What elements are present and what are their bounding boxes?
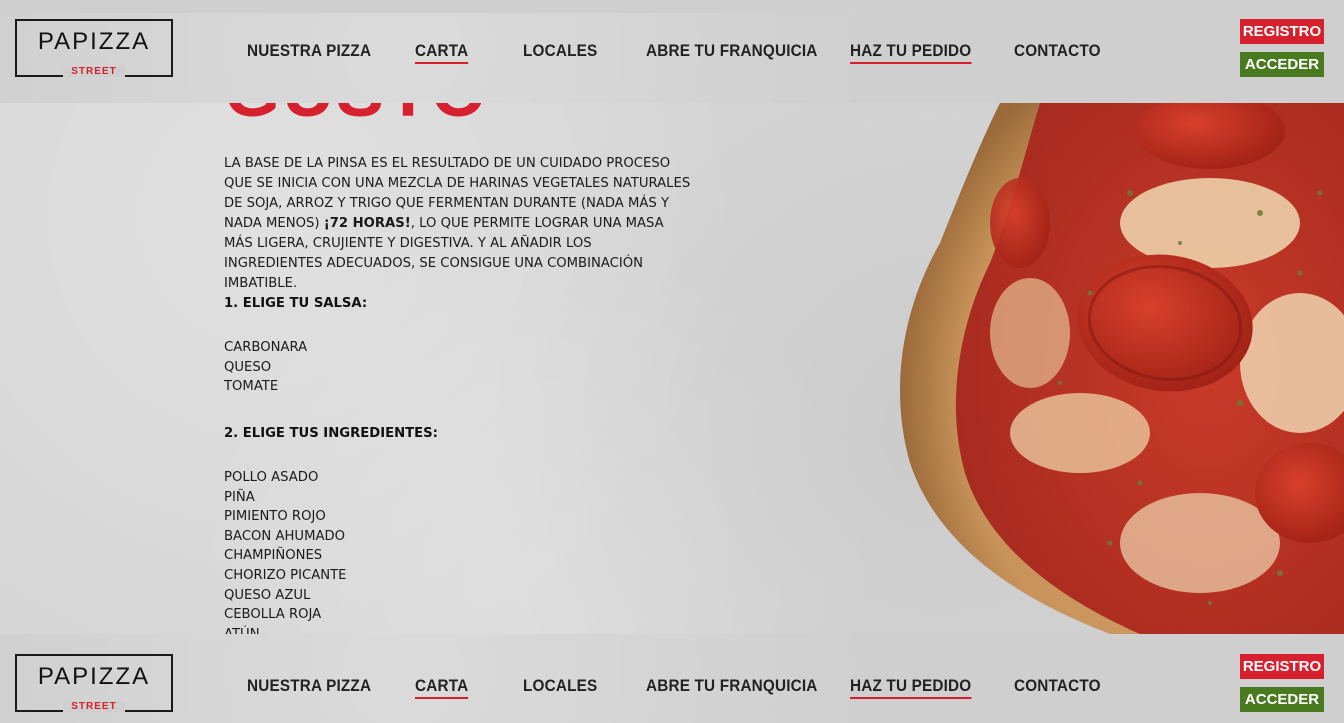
papizza-logo[interactable]: PAPIZZA STREET — [15, 654, 173, 712]
pizza-illustration — [900, 103, 1344, 634]
ingredient-item: BACON AHUMADO — [224, 528, 346, 544]
sauce-item: CARBONARA — [224, 340, 308, 355]
sauce-item: TOMATE — [224, 379, 279, 395]
ingredients-title: 2. ELIGE TUS INGREDIENTES: — [224, 426, 438, 441]
nav-abre-tu-franquicia[interactable]: ABRE TU FRANQUICIA — [646, 41, 818, 61]
nav-abre-tu-franquicia[interactable]: ABRE TU FRANQUICIA — [646, 676, 818, 696]
logo-text: PAPIZZA — [37, 27, 151, 55]
ingredient-item: CEBOLLA ROJA — [224, 607, 322, 623]
ingredients-list: POLLO ASADO PIÑA PIMIENTO ROJO BACON AHU… — [224, 468, 347, 634]
logo-subtext: STREET — [63, 700, 125, 712]
registro-button[interactable]: REGISTRO — [1240, 19, 1324, 44]
registro-button[interactable]: REGISTRO — [1240, 654, 1324, 679]
section-heading: GUSTO — [224, 103, 489, 129]
nav-haz-tu-pedido[interactable]: HAZ TU PEDIDO — [850, 676, 972, 699]
bottom-navbar: PAPIZZA STREET NUESTRA PIZZA CARTA LOCAL… — [0, 634, 1344, 723]
ingredient-item: CHAMPIÑONES — [224, 548, 323, 564]
acceder-button[interactable]: ACCEDER — [1240, 52, 1324, 77]
sauce-item: QUESO — [224, 359, 272, 375]
sauce-list: CARBONARA QUESO TOMATE — [224, 338, 307, 397]
nav-locales[interactable]: LOCALES — [523, 676, 597, 696]
intro-bold-text: ¡72 HORAS! — [323, 216, 411, 231]
nav-carta[interactable]: CARTA — [415, 41, 469, 64]
nav-nuestra-pizza[interactable]: NUESTRA PIZZA — [247, 41, 371, 61]
top-navbar: PAPIZZA STREET NUESTRA PIZZA CARTA LOCAL… — [0, 0, 1344, 103]
logo-text: PAPIZZA — [37, 662, 151, 690]
ingredient-item: POLLO ASADO — [224, 470, 319, 485]
pizza-image — [880, 103, 1344, 634]
intro-paragraph: LA BASE DE LA PINSA ES EL RESULTADO DE U… — [224, 154, 694, 294]
nav-carta[interactable]: CARTA — [415, 676, 469, 699]
ingredient-item: PIÑA — [224, 489, 255, 505]
heading-clip: GUSTO — [224, 103, 524, 129]
logo-subtext: STREET — [63, 65, 125, 77]
nav-locales[interactable]: LOCALES — [523, 41, 597, 61]
nav-nuestra-pizza[interactable]: NUESTRA PIZZA — [247, 676, 371, 696]
nav-haz-tu-pedido[interactable]: HAZ TU PEDIDO — [850, 41, 972, 64]
sauce-title: 1. ELIGE TU SALSA: — [224, 296, 368, 311]
papizza-logo[interactable]: PAPIZZA STREET — [15, 19, 173, 77]
ingredient-item: PIMIENTO ROJO — [224, 509, 326, 525]
acceder-button[interactable]: ACCEDER — [1240, 687, 1324, 712]
nav-contacto[interactable]: CONTACTO — [1014, 41, 1101, 61]
nav-contacto[interactable]: CONTACTO — [1014, 676, 1101, 696]
ingredient-item: QUESO AZUL — [224, 587, 311, 603]
ingredient-item: ATÚN — [224, 625, 347, 634]
ingredient-item: CHORIZO PICANTE — [224, 567, 347, 583]
